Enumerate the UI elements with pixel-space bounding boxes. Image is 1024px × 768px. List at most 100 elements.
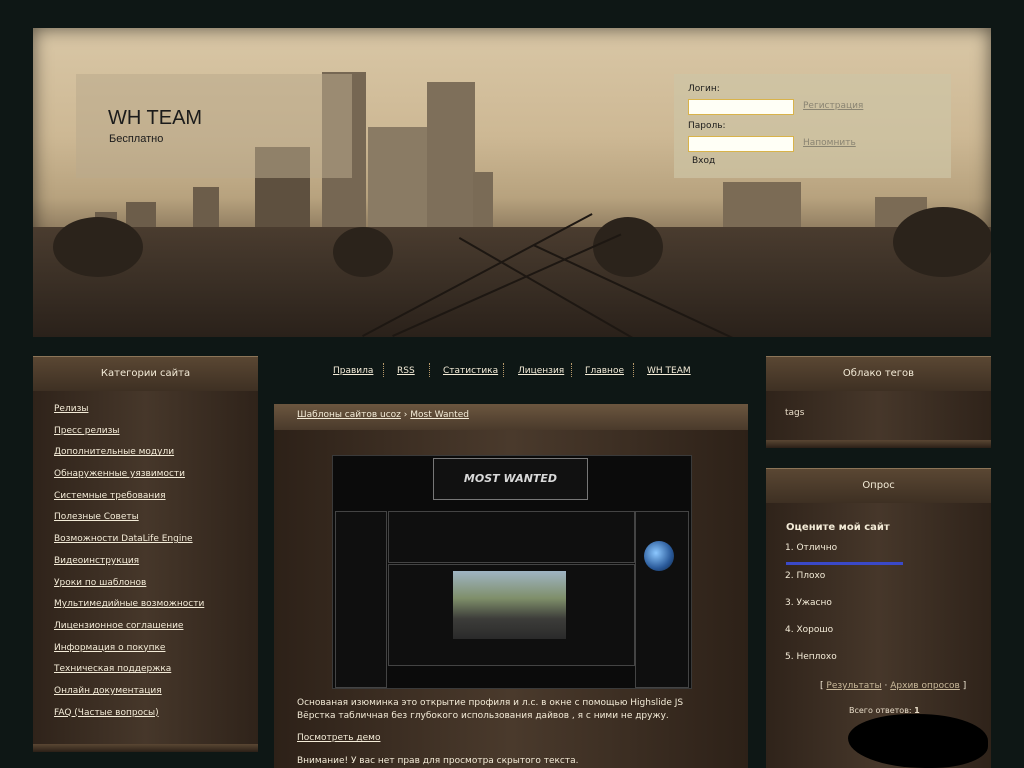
category-item: Дополнительные модули bbox=[54, 445, 204, 467]
category-item: Уроки по шаблонов bbox=[54, 576, 204, 598]
category-item: Техническая поддержка bbox=[54, 662, 204, 684]
category-link[interactable]: Релизы bbox=[54, 404, 88, 414]
register-link[interactable]: Регистрация bbox=[803, 101, 863, 111]
nav-statistics[interactable]: Статистика bbox=[443, 366, 498, 376]
category-item: Релизы bbox=[54, 402, 204, 424]
category-item: Лицензионное соглашение bbox=[54, 619, 204, 641]
poll-header: Опрос bbox=[766, 468, 991, 503]
preview-left-column bbox=[335, 511, 387, 688]
tags-header: Облако тегов bbox=[766, 356, 991, 391]
poll-option: 4. Хорошо bbox=[785, 625, 834, 635]
post-header: Шаблоны сайтов ucoz › Most Wanted bbox=[274, 404, 748, 430]
poll-result-bar bbox=[786, 562, 903, 565]
password-input[interactable] bbox=[688, 136, 794, 152]
category-item: Возможности DataLife Engine bbox=[54, 532, 204, 554]
category-link[interactable]: Дополнительные модули bbox=[54, 447, 174, 457]
breadcrumb-current[interactable]: Most Wanted bbox=[410, 410, 469, 420]
tree bbox=[893, 207, 991, 277]
link-separator: · bbox=[884, 681, 888, 691]
nav-separator bbox=[633, 363, 635, 377]
category-item: Системные требования bbox=[54, 489, 204, 511]
category-link[interactable]: Пресс релизы bbox=[54, 426, 120, 436]
category-link[interactable]: FAQ (Частые вопросы) bbox=[54, 708, 159, 718]
login-button[interactable]: Вход bbox=[692, 156, 715, 166]
poll-option: 5. Неплохо bbox=[785, 652, 837, 662]
bracket-open: [ bbox=[820, 681, 824, 691]
poll-title: Опрос bbox=[862, 480, 895, 491]
poll-links: [ Результаты · Архив опросов ] bbox=[820, 681, 966, 691]
category-item: Мультимедийные возможности bbox=[54, 597, 204, 619]
category-link[interactable]: Онлайн документация bbox=[54, 686, 162, 696]
preview-center-column bbox=[388, 511, 635, 563]
logo-panel: WH TEAM Бесплатно bbox=[76, 74, 352, 178]
category-item: Обнаруженные уязвимости bbox=[54, 467, 204, 489]
category-link[interactable]: Информация о покупке bbox=[54, 643, 165, 653]
poll-option: 1. Отлично bbox=[785, 543, 838, 553]
category-link[interactable]: Возможности DataLife Engine bbox=[54, 534, 193, 544]
tree bbox=[593, 217, 663, 277]
login-input[interactable] bbox=[688, 99, 794, 115]
template-preview-image[interactable]: MOST WANTED bbox=[332, 455, 692, 689]
site-subtitle: Бесплатно bbox=[109, 133, 164, 145]
site-title[interactable]: WH TEAM bbox=[108, 107, 202, 130]
category-link[interactable]: Полезные Советы bbox=[54, 512, 139, 522]
category-link[interactable]: Видеоинструкция bbox=[54, 556, 139, 566]
nav-wh-team[interactable]: WH TEAM bbox=[647, 366, 691, 376]
categories-box: Категории сайта Релизы Пресс релизы Допо… bbox=[33, 356, 258, 752]
breadcrumb-separator: › bbox=[403, 410, 408, 420]
nav-separator bbox=[503, 363, 505, 377]
nav-rss[interactable]: RSS bbox=[397, 366, 415, 376]
category-item: Видеоинструкция bbox=[54, 554, 204, 576]
category-item: Пресс релизы bbox=[54, 424, 204, 446]
tags-footer bbox=[766, 440, 991, 448]
login-label: Логин: bbox=[688, 84, 720, 94]
main-content: Шаблоны сайтов ucoz › Most Wanted MOST W… bbox=[274, 404, 748, 768]
tags-box: Облако тегов tags bbox=[766, 356, 991, 448]
password-label: Пароль: bbox=[688, 121, 726, 131]
skyline-building bbox=[427, 82, 475, 242]
description-line: Основаная изюминка это открытие профиля … bbox=[297, 698, 684, 708]
categories-title: Категории сайта bbox=[100, 368, 191, 379]
category-link[interactable]: Мультимедийные возможности bbox=[54, 599, 204, 609]
category-link[interactable]: Техническая поддержка bbox=[54, 664, 171, 674]
category-link[interactable]: Обнаруженные уязвимости bbox=[54, 469, 185, 479]
category-item: Информация о покупке bbox=[54, 641, 204, 663]
poll-archive-link[interactable]: Архив опросов bbox=[890, 681, 960, 691]
preview-logo: MOST WANTED bbox=[433, 458, 588, 500]
preview-car-image bbox=[453, 571, 566, 639]
bracket-close: ] bbox=[962, 681, 967, 691]
description-line: Вёрстка табличная без глубокого использо… bbox=[297, 711, 669, 721]
categories-list: Релизы Пресс релизы Дополнительные модул… bbox=[54, 402, 204, 727]
category-link[interactable]: Системные требования bbox=[54, 491, 166, 501]
tree bbox=[53, 217, 143, 277]
category-item: Полезные Советы bbox=[54, 510, 204, 532]
poll-question: Оцените мой сайт bbox=[786, 522, 890, 533]
breadcrumb-root[interactable]: Шаблоны сайтов ucoz bbox=[297, 410, 401, 420]
demo-link[interactable]: Посмотреть демо bbox=[297, 733, 380, 743]
poll-option: 2. Плохо bbox=[785, 571, 826, 581]
categories-header: Категории сайта bbox=[33, 356, 258, 391]
nav-separator bbox=[429, 363, 431, 377]
nav-separator bbox=[571, 363, 573, 377]
remind-link[interactable]: Напомнить bbox=[803, 138, 856, 148]
category-item: FAQ (Частые вопросы) bbox=[54, 706, 204, 728]
hidden-text-notice: Внимание! У вас нет прав для просмотра с… bbox=[297, 756, 579, 766]
nav-rules[interactable]: Правила bbox=[333, 366, 373, 376]
preview-globe-icon bbox=[644, 541, 674, 571]
poll-option: 3. Ужасно bbox=[785, 598, 832, 608]
category-link[interactable]: Лицензионное соглашение bbox=[54, 621, 183, 631]
login-panel: Логин: Регистрация Пароль: Напомнить Вхо… bbox=[674, 74, 951, 178]
nav-license[interactable]: Лицензия bbox=[518, 366, 564, 376]
skyline-building bbox=[368, 127, 434, 242]
categories-footer bbox=[33, 744, 258, 752]
category-item: Онлайн документация bbox=[54, 684, 204, 706]
tree bbox=[333, 227, 393, 277]
tags-title: Облако тегов bbox=[842, 368, 915, 379]
nav-separator bbox=[383, 363, 385, 377]
poll-results-link[interactable]: Результаты bbox=[826, 681, 881, 691]
preview-right-column bbox=[635, 511, 689, 688]
category-link[interactable]: Уроки по шаблонов bbox=[54, 578, 146, 588]
breadcrumb: Шаблоны сайтов ucoz › Most Wanted bbox=[297, 410, 469, 420]
tags-content: tags bbox=[785, 408, 805, 418]
nav-home[interactable]: Главное bbox=[585, 366, 624, 376]
